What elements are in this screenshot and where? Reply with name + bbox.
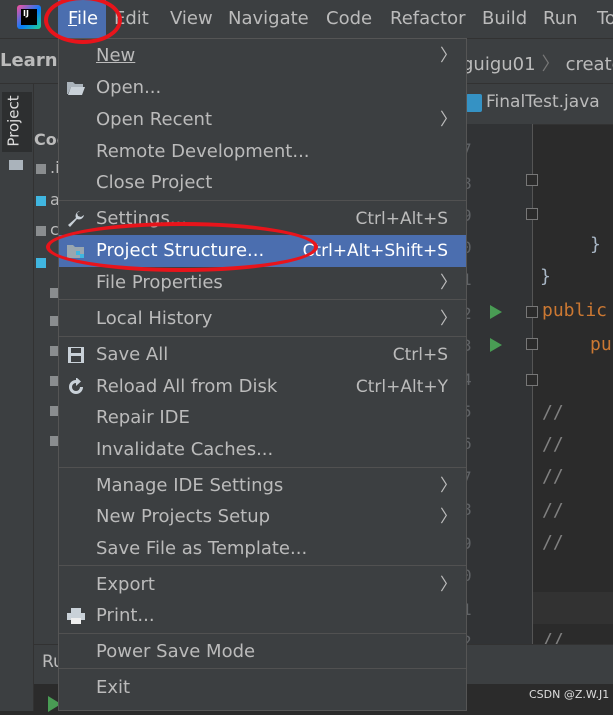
menu-item-save-all[interactable]: Save All Ctrl+S — [59, 339, 466, 371]
submenu-arrow-icon: 〉 — [440, 110, 457, 130]
breadcrumb-separator: 〉 — [541, 54, 560, 75]
wrench-icon — [68, 211, 84, 227]
menu-file[interactable]: File — [58, 0, 106, 38]
breadcrumb-item[interactable]: guigu01 — [462, 54, 536, 75]
menu-item-project-structure[interactable]: Project Structure... Ctrl+Alt+Shift+S — [59, 235, 466, 267]
fold-icon[interactable] — [526, 306, 538, 318]
project-tab-label[interactable]: Project — [5, 95, 23, 146]
code-comment: // — [542, 532, 564, 553]
tool-window-strip — [0, 84, 34, 711]
run-gutter-icon[interactable] — [490, 305, 502, 319]
breadcrumb-item[interactable]: create — [566, 54, 613, 75]
menu-navigate[interactable]: Navigate — [228, 0, 309, 38]
submenu-arrow-icon: 〉 — [440, 273, 457, 293]
menu-item-power-save-mode[interactable]: Power Save Mode — [59, 636, 466, 668]
file-menu-dropdown: New 〉 Open... Open Recent 〉 Remote Devel… — [58, 38, 467, 711]
folder-icon — [9, 160, 23, 170]
menu-item-local-history[interactable]: Local History 〉 — [59, 303, 466, 335]
folder-open-icon — [67, 82, 85, 95]
menu-item-new-projects-setup[interactable]: New Projects Setup 〉 — [59, 501, 466, 533]
tree-node-icon — [36, 226, 46, 236]
editor-tab-finaltest[interactable]: FinalTest.java — [486, 92, 600, 112]
fold-icon[interactable] — [526, 208, 538, 220]
menu-item-close-project[interactable]: Close Project — [59, 167, 466, 199]
menu-build[interactable]: Build — [482, 0, 527, 38]
menu-run[interactable]: Run — [543, 0, 578, 38]
code-comment: // — [542, 500, 564, 521]
menu-separator — [59, 299, 466, 300]
menu-item-file-properties[interactable]: File Properties 〉 — [59, 267, 466, 299]
code-keyword: public — [542, 300, 608, 321]
menu-item-new[interactable]: New 〉 — [59, 40, 466, 72]
breadcrumb[interactable]: guigu01〉 create — [462, 50, 613, 76]
menu-separator — [59, 467, 466, 468]
save-icon — [68, 347, 84, 363]
menu-separator — [59, 200, 466, 201]
tree-node-icon — [36, 258, 46, 268]
fold-icon[interactable] — [526, 338, 538, 350]
run-gutter-icon[interactable] — [490, 338, 502, 352]
menu-item-export[interactable]: Export 〉 — [59, 569, 466, 601]
menu-item-save-file-as-template[interactable]: Save File as Template... — [59, 533, 466, 565]
print-icon — [67, 608, 85, 624]
editor-gutter — [466, 124, 532, 654]
code-brace: } — [590, 234, 601, 255]
menu-item-manage-ide-settings[interactable]: Manage IDE Settings 〉 — [59, 470, 466, 502]
menu-refactor[interactable]: Refactor — [390, 0, 466, 38]
submenu-arrow-icon: 〉 — [440, 309, 457, 329]
current-line-highlight — [533, 592, 613, 624]
menu-item-repair-ide[interactable]: Repair IDE — [59, 402, 466, 434]
submenu-arrow-icon: 〉 — [440, 507, 457, 527]
menu-separator — [59, 565, 466, 566]
menu-item-open-recent[interactable]: Open Recent 〉 — [59, 104, 466, 136]
menu-item-open[interactable]: Open... — [59, 72, 466, 104]
menu-separator — [59, 633, 466, 634]
tree-node-icon — [36, 164, 46, 174]
submenu-arrow-icon: 〉 — [440, 575, 457, 595]
menu-item-print[interactable]: Print... — [59, 600, 466, 632]
reload-icon — [69, 378, 83, 394]
code-comment: // — [542, 402, 564, 423]
menu-separator — [59, 336, 466, 337]
menu-item-reload-all-from-disk[interactable]: Reload All from Disk Ctrl+Alt+Y — [59, 371, 466, 403]
menu-edit[interactable]: Edit — [114, 0, 149, 38]
tree-node-icon — [36, 196, 46, 206]
intellij-logo-icon: IJ — [17, 5, 41, 29]
fold-icon[interactable] — [526, 374, 538, 386]
menu-code[interactable]: Code — [326, 0, 372, 38]
menu-item-exit[interactable]: Exit — [59, 672, 466, 704]
submenu-arrow-icon: 〉 — [440, 476, 457, 496]
code-comment: // — [542, 466, 564, 487]
code-comment: // — [542, 434, 564, 455]
project-structure-icon — [67, 245, 84, 258]
fold-icon[interactable] — [526, 174, 538, 186]
menu-item-settings[interactable]: Settings... Ctrl+Alt+S — [59, 203, 466, 235]
menu-item-invalidate-caches[interactable]: Invalidate Caches... — [59, 434, 466, 466]
menu-tools[interactable]: To — [597, 0, 613, 38]
menu-view[interactable]: View — [170, 0, 213, 38]
gutter-divider — [532, 124, 533, 654]
watermark: CSDN @Z.W.J1 — [529, 688, 610, 701]
menu-separator — [59, 668, 466, 669]
project-name[interactable]: Learn — [0, 50, 58, 71]
submenu-arrow-icon: 〉 — [440, 46, 457, 66]
menu-item-remote-development[interactable]: Remote Development... — [59, 136, 466, 168]
java-file-icon — [466, 94, 482, 112]
code-brace: } — [540, 266, 551, 287]
code-keyword: pu — [590, 334, 612, 355]
menu-bar: IJ File Edit View Navigate Code Refactor… — [0, 0, 613, 39]
